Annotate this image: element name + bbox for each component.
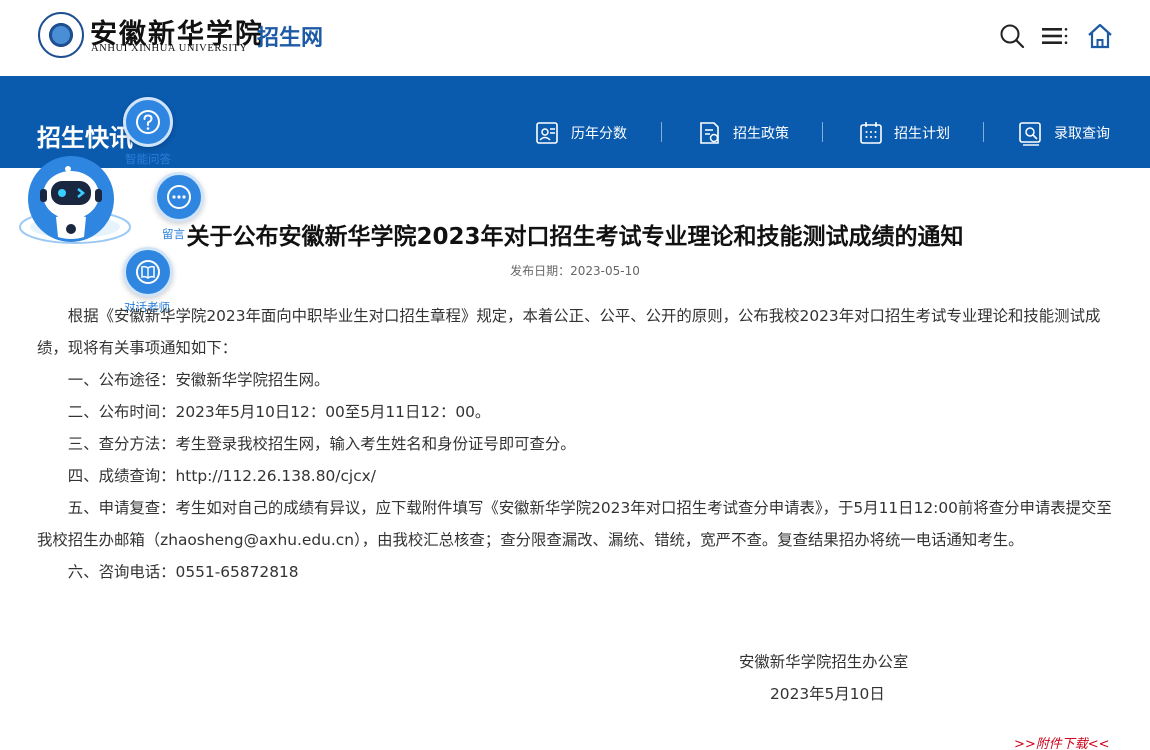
policy-icon — [700, 122, 719, 144]
signature-date: 2023年5月10日 — [770, 685, 885, 703]
chat-dots-icon — [167, 185, 191, 209]
nav-divider — [983, 122, 984, 142]
logo-english-name: ANHUI XINHUA UNIVERSITY — [91, 43, 248, 54]
leave-message-button[interactable] — [154, 172, 204, 222]
admission-query-icon — [1019, 122, 1041, 146]
nav-label: 录取查询 — [1054, 126, 1110, 142]
score-history-icon — [536, 122, 558, 144]
article-paragraph: 五、申请复查：考生如对自己的成绩有异议，应下载附件填写《安徽新华学院2023年对… — [37, 499, 1112, 549]
attachment-download-link[interactable]: >>附件下载<< — [1014, 733, 1110, 750]
nav-divider — [661, 122, 662, 142]
site-name[interactable]: 招生网 — [257, 20, 323, 52]
publish-date: 发布日期：2023-05-10 — [510, 264, 640, 278]
section-title: 招生快讯 — [37, 124, 133, 152]
menu-icon[interactable] — [1041, 22, 1069, 50]
nav-label: 招生计划 — [894, 126, 950, 142]
smart-qa-button[interactable] — [123, 97, 173, 147]
article-paragraph: 根据《安徽新华学院2023年面向中职毕业生对口招生章程》规定，本着公正、公平、公… — [37, 307, 1101, 357]
article-paragraph: 二、公布时间：2023年5月10日12：00至5月11日12：00。 — [67, 403, 491, 421]
question-icon — [136, 110, 160, 134]
nav-divider — [822, 122, 823, 142]
home-icon[interactable] — [1086, 22, 1114, 50]
site-header: 安徽新华学院 ANHUI XINHUA UNIVERSITY 招生网 — [0, 0, 1150, 76]
nav-admission-query[interactable]: 录取查询 — [1018, 120, 1110, 146]
search-icon[interactable] — [998, 22, 1026, 50]
score-query-url[interactable]: 四、成绩查询：http://112.26.138.80/cjcx/ — [37, 460, 1115, 492]
nav-label: 招生政策 — [733, 126, 789, 142]
nav-score-history[interactable]: 历年分数 — [535, 120, 627, 146]
university-seal-logo[interactable] — [38, 12, 84, 58]
article-title: 关于公布安徽新华学院2023年对口招生考试专业理论和技能测试成绩的通知 — [186, 224, 964, 250]
nav-label: 历年分数 — [571, 126, 627, 142]
signature-office: 安徽新华学院招生办公室 — [739, 653, 909, 671]
article-body: 根据《安徽新华学院2023年面向中职毕业生对口招生章程》规定，本着公正、公平、公… — [37, 300, 1115, 588]
calendar-icon — [860, 122, 882, 144]
article-paragraph: 三、查分方法：考生登录我校招生网，输入考生姓名和身份证号即可查分。 — [67, 435, 576, 453]
nav-plan[interactable]: 招生计划 — [858, 120, 950, 146]
nav-policy[interactable]: 招生政策 — [697, 120, 789, 146]
article-paragraph: 一、公布途径：安徽新华学院招生网。 — [67, 371, 330, 389]
article-paragraph: 六、咨询电话：0551-65872818 — [67, 563, 299, 581]
